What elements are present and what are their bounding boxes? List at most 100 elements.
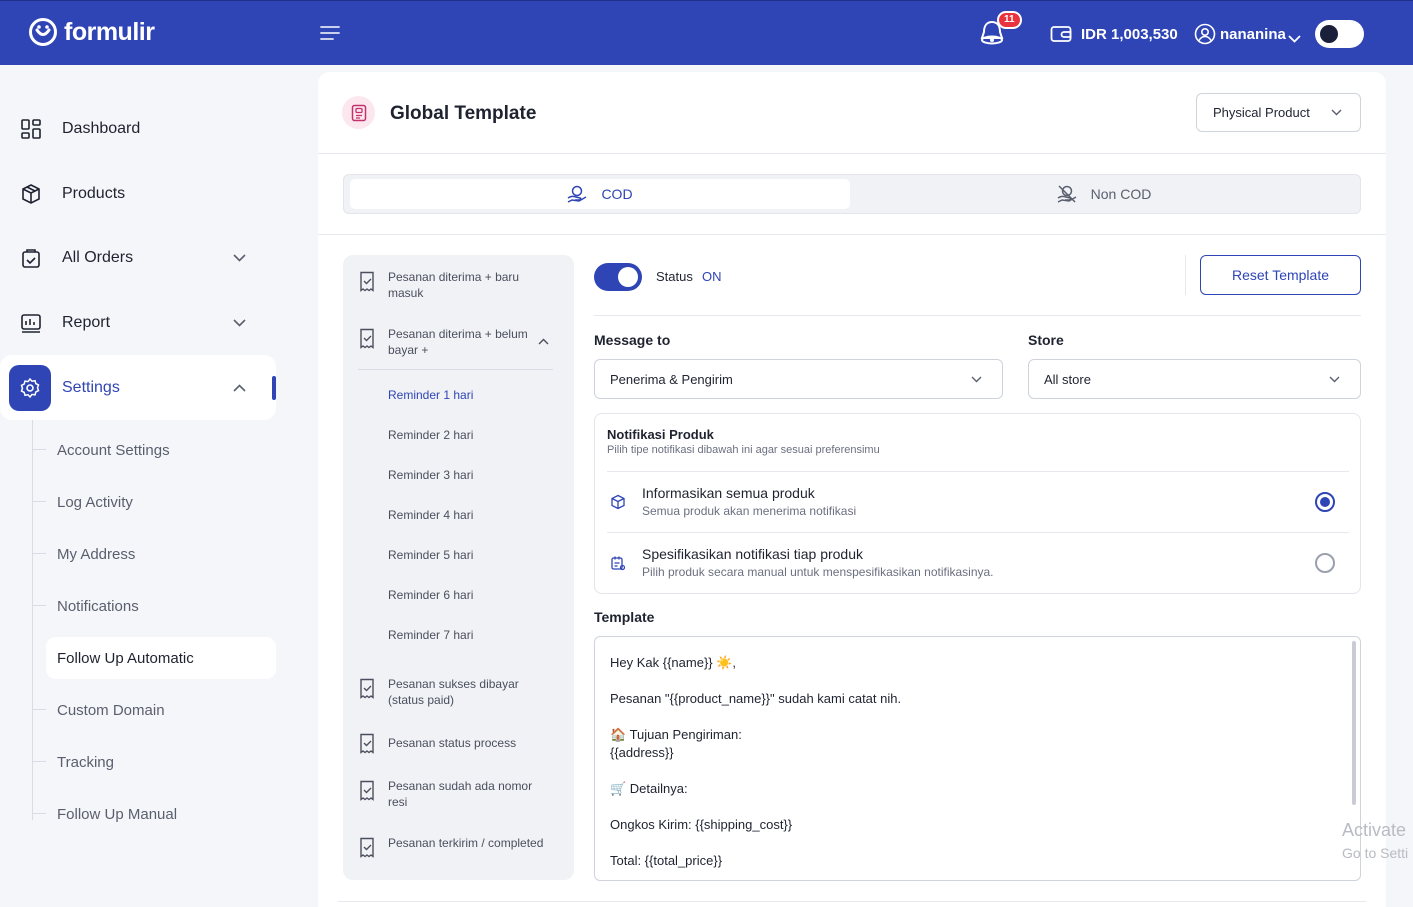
toggle-knob [1320, 25, 1338, 43]
reminder-item[interactable]: Reminder 6 hari [388, 588, 473, 602]
menu-toggle-icon[interactable] [320, 25, 340, 46]
step-item[interactable]: Pesanan terkirim / completed [358, 835, 558, 869]
submenu-log-activity[interactable]: Log Activity [32, 481, 276, 523]
product-type-select[interactable]: Physical Product [1196, 93, 1361, 132]
divider [318, 234, 1386, 235]
message-to-label: Message to [594, 332, 671, 348]
sidebar-item-label: Settings [62, 378, 120, 396]
option-all-products[interactable]: Informasikan semua produk Semua produk a… [607, 472, 1349, 532]
step-label: Pesanan diterima + belum bayar + [388, 327, 528, 357]
radio-button-checked[interactable] [1315, 492, 1335, 512]
no-cash-icon [1057, 185, 1077, 203]
textarea-scrollbar[interactable] [1352, 641, 1356, 805]
chevron-up-icon[interactable] [538, 338, 549, 345]
notif-subtitle: Pilih tipe notifikasi dibawah ini agar s… [607, 444, 880, 456]
template-line: Hey Kak {{name}} ☀️, [610, 655, 737, 670]
submenu-my-address[interactable]: My Address [32, 533, 276, 575]
main-card: Global Template Physical Product COD Non… [318, 72, 1386, 907]
box-icon [611, 494, 625, 510]
step-item-expanded[interactable]: Pesanan diterima + belum bayar + [358, 326, 558, 360]
reminder-item[interactable]: Reminder 7 hari [388, 628, 473, 642]
step-list: Pesanan diterima + baru masuk Pesanan di… [343, 255, 574, 880]
sidebar-item-products[interactable]: Products [0, 168, 276, 220]
receipt-check-icon [360, 678, 374, 699]
message-to-select[interactable]: Penerima & Pengirim [594, 359, 1003, 399]
active-indicator [272, 376, 276, 400]
wallet-icon [1050, 25, 1072, 48]
chevron-down-icon [233, 254, 246, 262]
reset-template-button[interactable]: Reset Template [1200, 255, 1361, 295]
chevron-down-icon [233, 319, 246, 327]
sidebar-item-dashboard[interactable]: Dashboard [0, 103, 276, 155]
submenu-account-settings[interactable]: Account Settings [32, 429, 276, 471]
box-icon [22, 184, 40, 204]
card-header: Global Template Physical Product [318, 72, 1386, 154]
sidebar-item-label: Products [62, 185, 126, 202]
step-item[interactable]: Pesanan sukses dibayar (status paid) [358, 676, 558, 710]
divider [1185, 255, 1186, 295]
sidebar-item-label: Dashboard [62, 120, 141, 137]
notification-badge: 11 [997, 11, 1022, 29]
username[interactable]: nananina [1220, 26, 1286, 43]
step-label: Pesanan sukses dibayar (status paid) [388, 677, 519, 707]
divider [594, 315, 1361, 316]
submenu-label: Account Settings [57, 441, 170, 459]
submenu-label: Log Activity [57, 493, 133, 511]
sidebar-item-report[interactable]: Report [0, 297, 276, 349]
message-to-value: Penerima & Pengirim [610, 371, 733, 387]
notif-title: Notifikasi Produk [607, 427, 714, 442]
brand-name: formulir [64, 17, 155, 46]
store-label: Store [1028, 332, 1064, 348]
option-subtitle: Pilih produk secara manual untuk menspes… [642, 565, 994, 579]
submenu-label: Tracking [57, 753, 114, 771]
tab-label: Non COD [1090, 186, 1152, 202]
chevron-down-icon [1331, 109, 1342, 116]
step-label: Pesanan status process [388, 736, 517, 750]
tab-non-cod[interactable]: Non COD [854, 179, 1354, 209]
receipt-check-icon [360, 271, 374, 292]
user-avatar-icon[interactable] [1194, 23, 1216, 50]
store-select[interactable]: All store [1028, 359, 1361, 399]
template-line: 🏠 Tujuan Pengiriman: [610, 727, 742, 742]
cash-hand-icon [568, 185, 587, 203]
submenu-follow-up-automatic[interactable]: Follow Up Automatic [46, 637, 276, 679]
reminder-item[interactable]: Reminder 3 hari [388, 468, 473, 482]
formulir-logo-icon [29, 18, 57, 46]
radio-button[interactable] [1315, 553, 1335, 573]
template-textarea[interactable]: Hey Kak {{name}} ☀️, Pesanan "{{product_… [594, 636, 1361, 881]
reminder-item[interactable]: Reminder 4 hari [388, 508, 473, 522]
submenu-tracking[interactable]: Tracking [32, 741, 276, 783]
option-per-product[interactable]: Spesifikasikan notifikasi tiap produk Pi… [607, 533, 1349, 593]
reminder-item[interactable]: Reminder 2 hari [388, 428, 473, 442]
step-item[interactable]: Pesanan sudah ada nomor resi [358, 778, 558, 812]
template-line: Total: {{total_price}} [610, 853, 723, 868]
theme-toggle[interactable] [1315, 20, 1364, 48]
receipt-check-icon [360, 328, 374, 349]
reminder-item[interactable]: Reminder 5 hari [388, 548, 473, 562]
status-toggle[interactable] [594, 263, 642, 291]
step-item[interactable]: Pesanan diterima + baru masuk [358, 269, 558, 303]
status-value: ON [702, 269, 722, 284]
page-title: Global Template [390, 103, 537, 124]
dashboard-icon [21, 119, 41, 139]
submenu-custom-domain[interactable]: Custom Domain [32, 689, 276, 731]
tab-cod[interactable]: COD [350, 179, 850, 209]
brand-logo[interactable]: formulir [28, 17, 155, 47]
template-icon [342, 96, 375, 129]
product-type-value: Physical Product [1213, 105, 1310, 120]
chevron-down-icon[interactable] [1288, 30, 1301, 48]
submenu-follow-up-manual[interactable]: Follow Up Manual [32, 793, 276, 835]
sidebar: Dashboard Products All Orders Report Set… [0, 65, 290, 907]
sidebar-item-all-orders[interactable]: All Orders [0, 232, 276, 284]
receipt-check-icon [360, 780, 374, 801]
reminder-item[interactable]: Reminder 1 hari [388, 388, 473, 402]
divider [338, 901, 1366, 902]
submenu-notifications[interactable]: Notifications [32, 585, 276, 627]
report-icon [21, 314, 41, 333]
option-title: Informasikan semua produk [642, 485, 815, 501]
chevron-down-icon [971, 376, 982, 383]
sidebar-item-settings[interactable]: Settings [0, 355, 276, 420]
step-item[interactable]: Pesanan status process [358, 733, 558, 755]
step-label: Pesanan diterima + baru masuk [388, 270, 520, 300]
template-line: {{address}} [610, 745, 674, 760]
